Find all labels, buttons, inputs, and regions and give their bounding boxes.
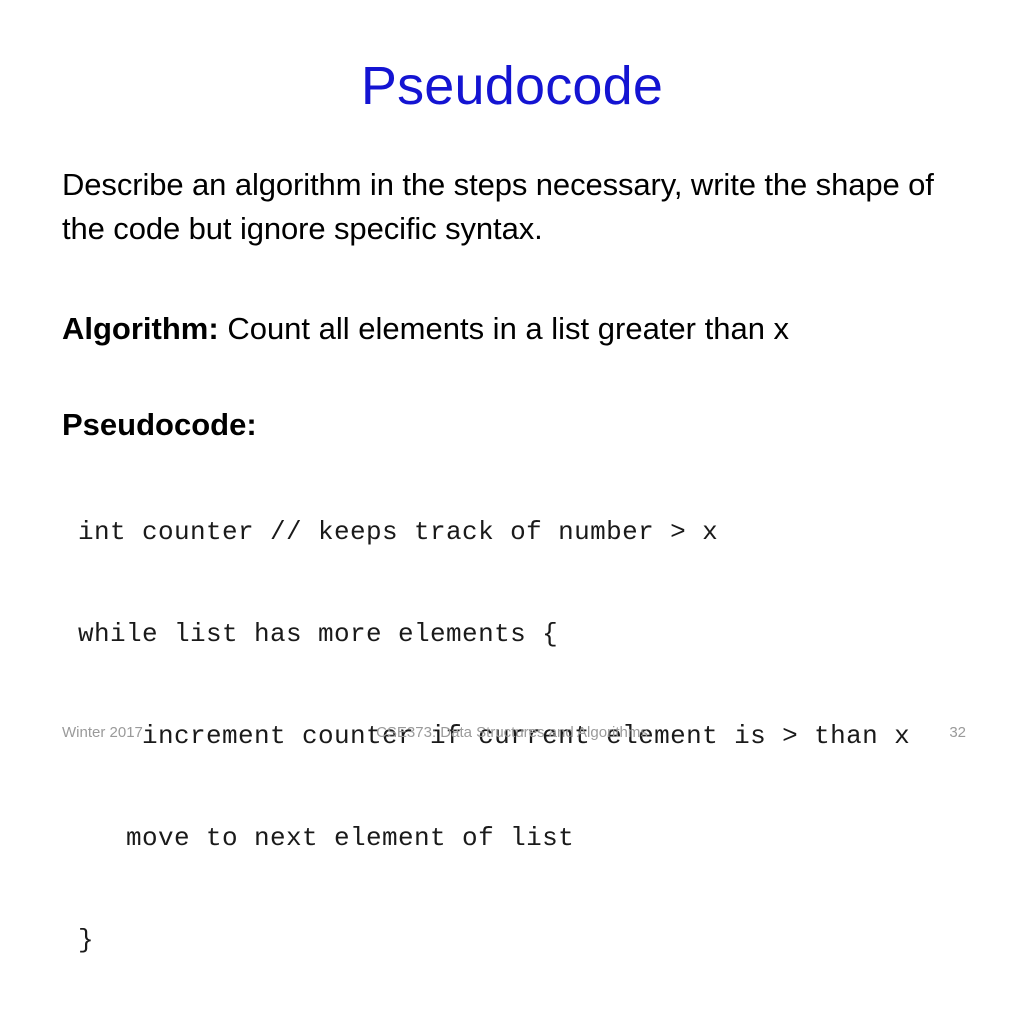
code-line: } [78,925,95,955]
description-paragraph: Describe an algorithm in the steps neces… [62,167,934,247]
pseudocode-label: Pseudocode: [62,407,257,442]
code-line: move to next element of list [78,823,575,853]
footer-course: CSE373: Data Structures and Algorithms [376,724,648,741]
algorithm-description: Count all elements in a list greater tha… [218,311,790,346]
algorithm-line: Algorithm: Count all elements in a list … [62,310,789,347]
code-line: int counter // keeps track of number > x [78,517,719,547]
code-line: while list has more elements { [78,619,559,649]
page-title: Pseudocode [360,56,664,116]
slide-footer: Winter 2017 CSE373: Data Structures and … [0,722,1024,744]
body-content: Describe an algorithm in the steps neces… [62,163,962,251]
slide: Pseudocode Describe an algorithm in the … [0,0,1024,955]
footer-page-number: 32 [949,724,966,741]
algorithm-label: Algorithm: [62,311,219,346]
